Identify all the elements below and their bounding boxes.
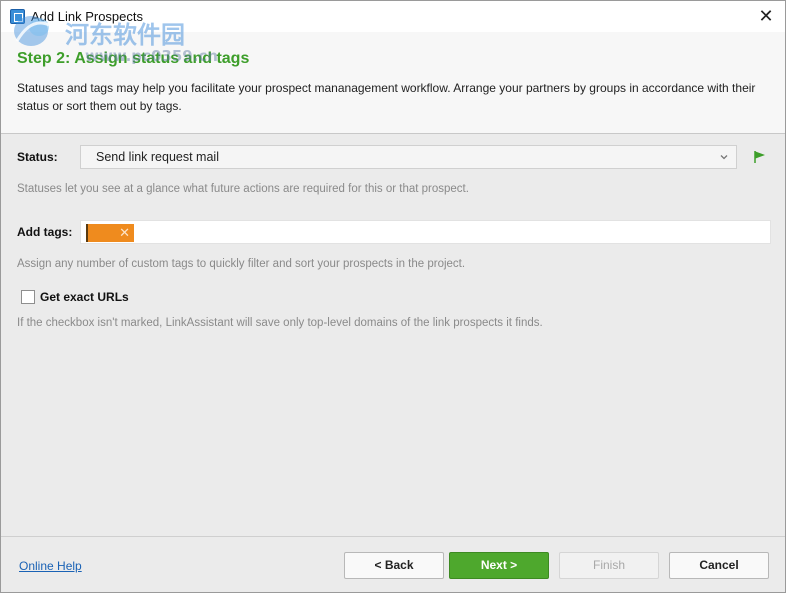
next-button[interactable]: Next > [449,552,549,579]
window-title: Add Link Prospects [31,9,144,24]
close-button[interactable]: ✕ [757,7,775,25]
wizard-footer: Online Help < Back Next > Finish Cancel [1,536,785,592]
title-bar: Add Link Prospects ✕ [1,1,785,32]
back-button[interactable]: < Back [344,552,444,579]
status-select-value: Send link request mail [96,150,219,164]
chevron-down-icon [720,155,728,160]
step-title: Step 2: Assign status and tags [17,50,250,67]
cancel-button[interactable]: Cancel [669,552,769,579]
status-label: Status: [17,150,58,164]
step-description: Statuses and tags may help you facilitat… [17,81,756,113]
tags-hint: Assign any number of custom tags to quic… [17,258,466,270]
tag-chip[interactable]: ✕ [86,224,134,242]
finish-button[interactable]: Finish [559,552,659,579]
tags-label: Add tags: [17,225,73,239]
status-hint: Statuses let you see at a glance what fu… [17,183,469,195]
app-icon [10,9,25,24]
exact-urls-checkbox[interactable] [21,290,35,304]
flag-icon[interactable] [753,150,767,164]
status-select[interactable]: Send link request mail [80,145,737,169]
exact-urls-label[interactable]: Get exact URLs [40,290,129,304]
online-help-link[interactable]: Online Help [19,559,82,573]
add-link-prospects-dialog: Add Link Prospects ✕ Step 2: Assign stat… [0,0,786,593]
wizard-header: Step 2: Assign status and tags Statuses … [1,32,785,134]
tag-remove-icon[interactable]: ✕ [119,225,130,241]
exact-urls-hint: If the checkbox isn't marked, LinkAssist… [17,317,543,329]
tags-input[interactable]: ✕ [80,220,771,244]
